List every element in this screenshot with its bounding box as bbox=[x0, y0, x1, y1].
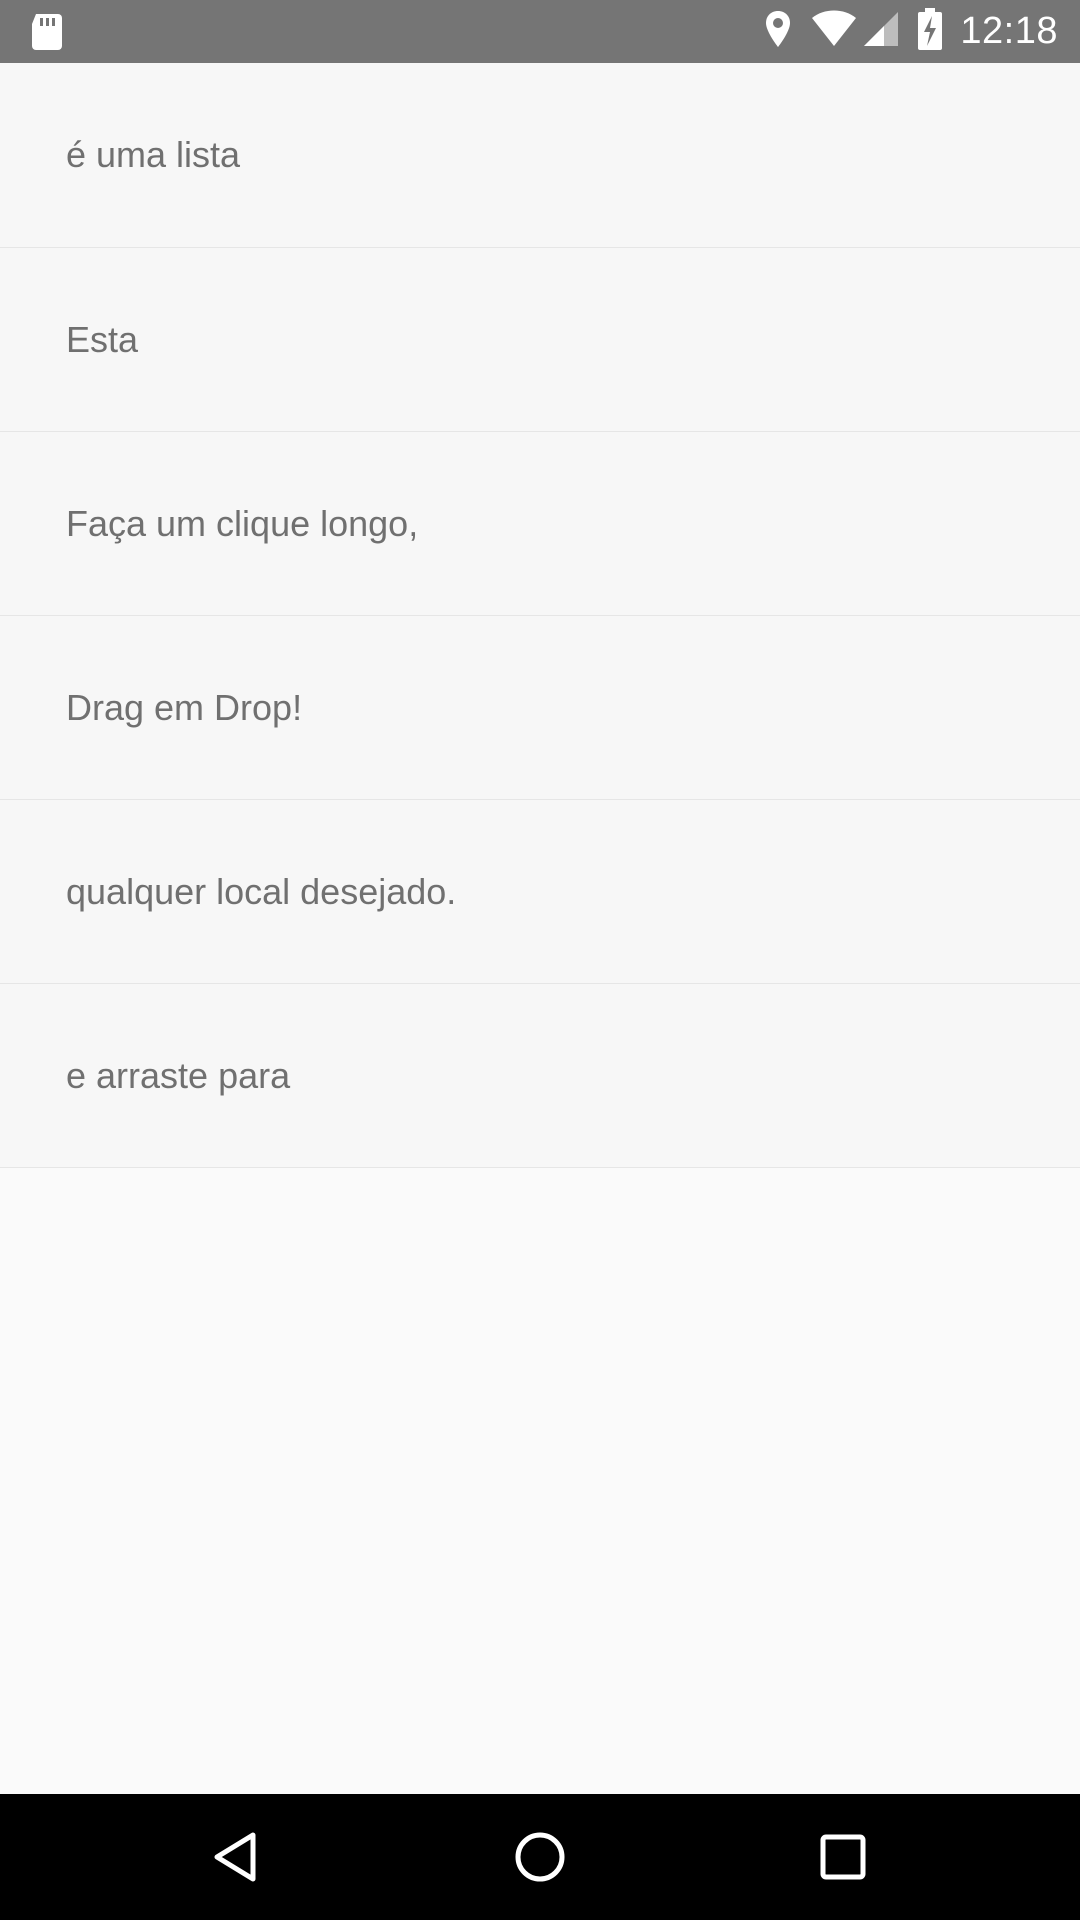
list-container[interactable]: é uma lista Esta Faça um clique longo, D… bbox=[0, 63, 1080, 1794]
recents-icon[interactable] bbox=[813, 1827, 873, 1887]
drag-drop-list: é uma lista Esta Faça um clique longo, D… bbox=[0, 63, 1080, 1168]
battery-charging-icon bbox=[918, 8, 943, 55]
list-item[interactable]: Drag em Drop! bbox=[0, 616, 1080, 800]
list-item-label: Drag em Drop! bbox=[66, 686, 303, 728]
home-icon[interactable] bbox=[510, 1827, 570, 1887]
list-item-label: qualquer local desejado. bbox=[66, 870, 457, 912]
list-item-label: Esta bbox=[66, 318, 139, 360]
status-bar: 12:18 bbox=[0, 0, 1080, 63]
list-item-label: Faça um clique longo, bbox=[66, 502, 419, 544]
list-item[interactable]: qualquer local desejado. bbox=[0, 800, 1080, 984]
list-item[interactable]: Esta bbox=[0, 248, 1080, 432]
list-item[interactable]: é uma lista bbox=[0, 63, 1080, 248]
navigation-bar bbox=[0, 1794, 1080, 1920]
list-item-label: e arraste para bbox=[66, 1054, 291, 1096]
sd-card-icon bbox=[30, 12, 64, 52]
list-item-label: é uma lista bbox=[66, 134, 241, 175]
wifi-icon bbox=[810, 10, 858, 53]
status-icons: 12:18 bbox=[764, 0, 1058, 63]
status-time: 12:18 bbox=[960, 10, 1058, 52]
back-icon[interactable] bbox=[207, 1827, 267, 1887]
list-item[interactable]: Faça um clique longo, bbox=[0, 432, 1080, 616]
list-item[interactable]: e arraste para bbox=[0, 984, 1080, 1168]
location-icon bbox=[764, 9, 792, 54]
signal-icon bbox=[862, 10, 900, 53]
